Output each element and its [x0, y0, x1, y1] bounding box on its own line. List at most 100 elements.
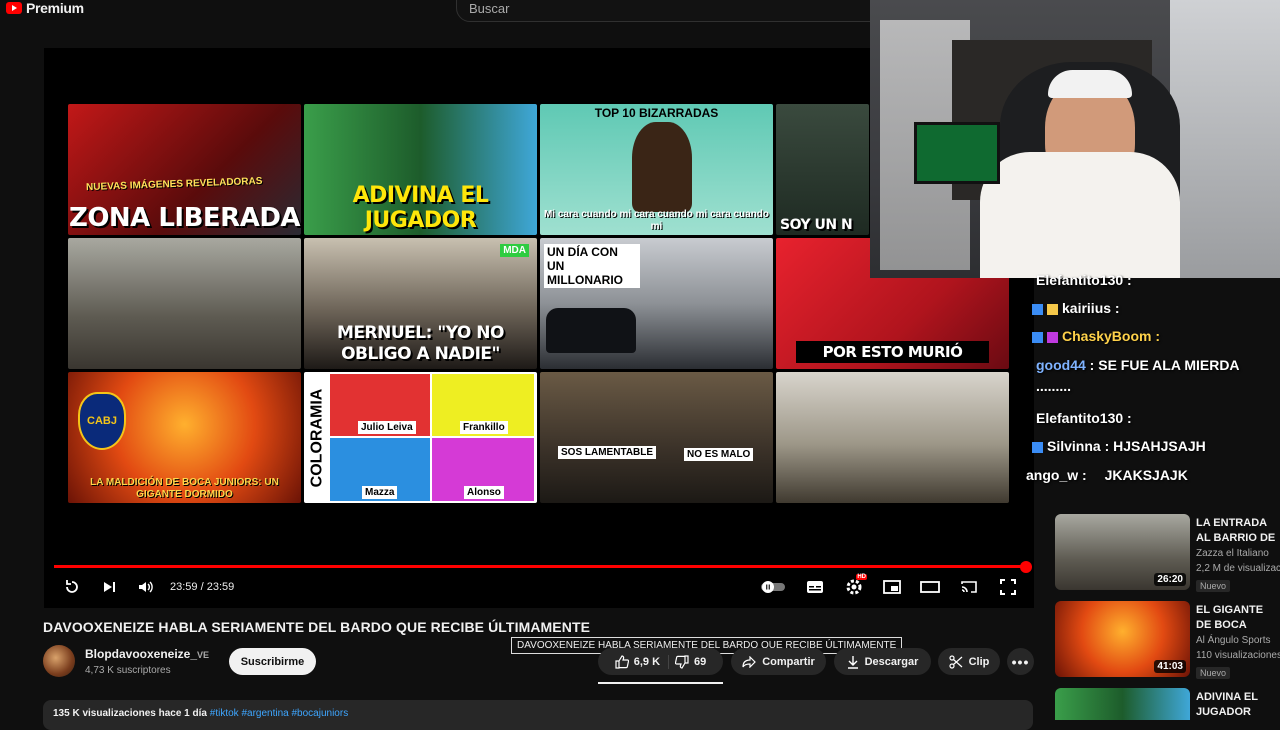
thumbnail-tag: MDA — [500, 244, 529, 257]
face-image — [632, 122, 692, 212]
panel-magenta: Alonso — [432, 438, 534, 501]
autoplay-toggle[interactable] — [760, 577, 786, 597]
replay-button[interactable] — [62, 577, 82, 597]
car-image — [546, 308, 636, 353]
recommended-video[interactable]: 26:20 LA ENTRADA AL BARRIO DE BUENOS AIR… — [1055, 514, 1280, 592]
recommended-views: 2,2 M de visualizaciones — [1196, 563, 1280, 574]
chat-username: kairiius — [1062, 300, 1112, 316]
boca-juniors-badge-icon: CABJ — [78, 392, 126, 450]
share-icon — [742, 655, 757, 668]
like-button[interactable]: 6,9 K — [615, 654, 670, 669]
thumbnail-subcaption: NUEVAS IMÁGENES REVELADORAS — [85, 175, 263, 194]
chat-badge-icon — [1032, 331, 1043, 343]
chat-message: good44 : SE FUE ALA MIERDA — [1036, 357, 1240, 373]
frame-thumbnail: MDA MERNUEL: "YO NO OBLIGO A NADIE" — [304, 238, 537, 369]
dislike-button[interactable]: 69 — [675, 654, 706, 669]
fullscreen-button[interactable] — [997, 577, 1019, 597]
chat-badge-icon — [1047, 303, 1058, 315]
channel-name-text: Blopdavooxeneize_ — [85, 647, 198, 661]
channel-name[interactable]: Blopdavooxeneize_VE — [85, 647, 209, 661]
hd-badge-icon: HD — [856, 574, 867, 580]
chat-message: Elefantito130 : — [1036, 410, 1132, 426]
description-box[interactable]: 135 K visualizaciones hace 1 día #tiktok… — [43, 700, 1033, 730]
recommended-thumbnail[interactable]: 41:03 — [1055, 601, 1190, 677]
frame-thumbnail: SOY UN N — [776, 104, 869, 235]
youtube-logo[interactable]: Premium — [6, 0, 84, 16]
subtitles-icon — [807, 581, 823, 593]
settings-button[interactable]: HD — [843, 574, 867, 597]
panel-red: Julio Leiva — [330, 374, 430, 436]
more-icon: ••• — [1011, 653, 1030, 670]
chat-message: ango_w : JKAKSJAJK — [1026, 467, 1188, 483]
new-badge: Nuevo — [1196, 667, 1231, 679]
fullscreen-icon — [1000, 579, 1016, 595]
theater-mode-icon — [920, 581, 940, 593]
like-dislike-group: 6,9 K 69 — [598, 648, 723, 675]
thumbs-up-icon — [615, 654, 629, 669]
channel-avatar[interactable] — [43, 645, 75, 677]
chat-badge-icon — [1047, 331, 1058, 343]
recommended-thumbnail[interactable]: 26:20 — [1055, 514, 1190, 590]
recommended-video[interactable]: 41:03 EL GIGANTE DE BOCA JUNIORS Al Ángu… — [1055, 601, 1280, 679]
thumbnail-top-text: TOP 10 BIZARRADAS — [594, 106, 719, 120]
chat-ellipsis: ......... — [1036, 378, 1072, 394]
subtitles-button[interactable] — [805, 577, 825, 597]
share-button[interactable]: Compartir — [731, 648, 826, 675]
chat-username: ango_w — [1026, 467, 1079, 483]
progress-bar[interactable] — [54, 565, 1026, 568]
miniplayer-button[interactable] — [881, 577, 903, 597]
gear-icon — [846, 579, 862, 595]
recommended-title: EL GIGANTE DE BOCA JUNIORS — [1196, 604, 1264, 631]
chat-text: HJSAHJSAJH — [1113, 438, 1206, 454]
door-image — [1170, 0, 1280, 278]
thumbnail-caption: Mi cara cuando mi cara cuando mi cara cu… — [543, 209, 770, 232]
logo-text: Premium — [26, 0, 84, 16]
thumbs-down-icon — [675, 654, 689, 669]
frame-thumbnail: SOS LAMENTABLE NO ES MALO — [540, 372, 773, 503]
frame-thumbnail: NUEVAS IMÁGENES REVELADORAS ZONA LIBERAD… — [68, 104, 301, 235]
chat-username: Elefantito130 — [1036, 272, 1124, 288]
new-badge: Nuevo — [1196, 580, 1231, 592]
theater-mode-button[interactable] — [919, 577, 941, 597]
download-icon — [847, 655, 858, 669]
recommended-channel: Al Ángulo Sports — [1196, 635, 1271, 646]
chat-username: good44 — [1036, 357, 1086, 373]
frame-thumbnail: UN DÍA CON UN MILLONARIO — [540, 238, 773, 369]
chat-text: JKAKSJAJK — [1104, 467, 1188, 483]
hashtags: #tiktok #argentina #bocajuniors — [209, 708, 349, 719]
recommended-video[interactable]: ADIVINA EL JUGADOR CARRERA VS. LIGA — [1055, 688, 1280, 720]
clip-button[interactable]: Clip — [938, 648, 1000, 675]
youtube-play-icon — [6, 2, 22, 14]
chat-message: Silvinna : HJSAHJSAJH — [1032, 438, 1206, 454]
more-actions-button[interactable]: ••• — [1007, 648, 1034, 675]
miniplayer-icon — [883, 580, 901, 594]
volume-button[interactable] — [136, 577, 156, 597]
recommended-title: LA ENTRADA AL BARRIO DE BUENOS AIRES — [1196, 517, 1276, 544]
thumbnail-caption: ADIVINA EL JUGADOR — [352, 183, 489, 233]
time-display: 23:59 / 23:59 — [170, 581, 235, 593]
frame-thumbnail: TOP 10 BIZARRADAS Mi cara cuando mi cara… — [540, 104, 773, 235]
thumbnail-tag: SOS LAMENTABLE — [558, 446, 657, 459]
recommended-channel: Zazza el Italiano — [1196, 548, 1269, 559]
next-button[interactable] — [99, 577, 119, 597]
monitor-image — [914, 122, 1000, 184]
player-name-label: Frankillo — [460, 421, 508, 434]
chat-message: Elefantito130 : — [1036, 272, 1132, 288]
scissors-icon — [949, 654, 963, 669]
chat-username: Elefantito130 — [1036, 410, 1124, 426]
search-input[interactable]: Buscar — [456, 0, 872, 22]
cast-button[interactable] — [958, 577, 980, 597]
subscribe-button[interactable]: Suscribirme — [229, 648, 316, 675]
download-button[interactable]: Descargar — [834, 648, 931, 675]
chat-badge-icon — [1032, 303, 1043, 315]
recommended-title: ADIVINA EL JUGADOR CARRERA VS. LIGA — [1196, 691, 1258, 718]
recommended-thumbnail[interactable] — [1055, 688, 1190, 720]
progress-scrubber-handle[interactable] — [1020, 561, 1032, 573]
thumbnail-vertical-text: COLORAMIA — [308, 388, 325, 487]
channel-name-suffix: VE — [197, 650, 210, 660]
chat-username: Silvinna — [1047, 438, 1101, 454]
tshirt-image — [980, 152, 1180, 278]
thumbnail-tag: NO ES MALO — [684, 448, 754, 461]
frame-thumbnail: ADIVINA EL JUGADOR — [304, 104, 537, 235]
volume-icon — [139, 581, 153, 593]
